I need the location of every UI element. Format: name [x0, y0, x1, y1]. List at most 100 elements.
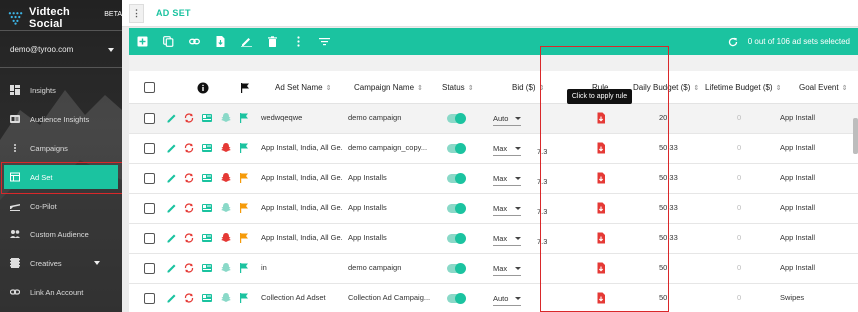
row-checkbox[interactable] — [144, 263, 155, 274]
export-button[interactable] — [207, 28, 233, 55]
table-row[interactable]: App Install, India, All Ge... App Install… — [129, 224, 858, 254]
edit-button[interactable] — [233, 28, 259, 55]
snapchat-icon — [220, 292, 232, 304]
sync-icon[interactable] — [183, 112, 195, 124]
sync-icon[interactable] — [183, 142, 195, 154]
list-icon — [14, 144, 16, 152]
ad-set-name[interactable]: App Install, India, All Ge... — [261, 173, 343, 182]
row-checkbox[interactable] — [144, 233, 155, 244]
ad-card-icon[interactable] — [201, 292, 213, 304]
row-checkbox[interactable] — [144, 173, 155, 184]
flag-icon — [238, 112, 250, 124]
sidebar-item-insights[interactable]: Insights — [4, 78, 118, 102]
sync-icon[interactable] — [183, 232, 195, 244]
col-campaign-name[interactable]: Campaign Name ⇕ — [354, 83, 423, 92]
row-checkbox[interactable] — [144, 113, 155, 124]
chevron-down-icon — [515, 207, 521, 210]
ad-set-name[interactable]: Collection Ad Adset — [261, 293, 343, 302]
bid-type-select[interactable]: Max — [493, 142, 521, 156]
bid-type-select[interactable]: Max — [493, 262, 521, 276]
bid-type-select[interactable]: Max — [493, 202, 521, 216]
header-label: Bid ($) — [512, 83, 536, 92]
sync-icon[interactable] — [183, 172, 195, 184]
bid-type-select[interactable]: Auto — [493, 292, 521, 306]
status-toggle[interactable] — [447, 203, 466, 214]
col-status[interactable]: Status ⇕ — [442, 83, 474, 92]
user-email: demo@tyroo.com — [10, 45, 74, 54]
add-button[interactable] — [129, 28, 155, 55]
sidebar-item-campaigns[interactable]: Campaigns — [4, 136, 118, 160]
bid-type-select[interactable]: Max — [493, 172, 521, 186]
copy-icon — [162, 36, 173, 47]
bid-type-value: Max — [493, 174, 508, 183]
ad-card-icon[interactable] — [201, 142, 213, 154]
campaign-name[interactable]: demo campaign_copy... — [348, 143, 432, 152]
ghost-icon — [220, 232, 232, 244]
row-checkbox[interactable] — [144, 203, 155, 214]
row-checkbox[interactable] — [144, 293, 155, 304]
ad-set-name[interactable]: App Install, India, All Ge... — [261, 203, 343, 212]
delete-button[interactable] — [259, 28, 285, 55]
sync-icon[interactable] — [183, 292, 195, 304]
filter-button[interactable] — [311, 28, 337, 55]
table-row[interactable]: App Install, India, All Ge... demo campai… — [129, 134, 858, 164]
col-goal-event[interactable]: Goal Event ⇕ — [799, 83, 847, 92]
ad-card-icon[interactable] — [201, 262, 213, 274]
campaign-name[interactable]: App Installs — [348, 203, 432, 212]
ad-card-icon[interactable] — [201, 172, 213, 184]
edit-icon[interactable] — [166, 172, 178, 184]
ad-card-icon[interactable] — [201, 232, 213, 244]
select-all-checkbox[interactable] — [144, 82, 155, 93]
brand[interactable]: Vidtech Social BETA — [8, 6, 122, 30]
duplicate-button[interactable] — [155, 28, 181, 55]
sidebar-item-audience-insights[interactable]: Audience Insights — [4, 107, 118, 131]
edit-icon[interactable] — [166, 232, 178, 244]
status-toggle[interactable] — [447, 113, 466, 124]
ad-set-name[interactable]: App Install, India, All Ge... — [261, 143, 343, 152]
lifetime-budget: 0 — [737, 293, 742, 302]
more-menu-button[interactable]: ⋮ — [129, 3, 144, 23]
ad-card-icon[interactable] — [201, 112, 213, 124]
row-checkbox[interactable] — [144, 143, 155, 154]
scrollbar[interactable] — [853, 118, 858, 154]
campaign-name[interactable]: demo campaign — [348, 263, 432, 272]
table-row[interactable]: wedwqeqwe demo campaign Auto 20 0 App Install — [129, 104, 858, 134]
more-actions-button[interactable] — [285, 28, 311, 55]
sidebar-item-creatives[interactable]: Creatives — [4, 251, 118, 275]
ad-set-name[interactable]: in — [261, 263, 343, 272]
sidebar-item-co-pilot[interactable]: Co-Pilot — [4, 194, 118, 218]
ad-set-name[interactable]: wedwqeqwe — [261, 113, 343, 122]
sync-icon[interactable] — [183, 262, 195, 274]
edit-icon[interactable] — [166, 262, 178, 274]
bid-type-select[interactable]: Auto — [493, 112, 521, 126]
status-toggle[interactable] — [447, 263, 466, 274]
status-toggle[interactable] — [447, 173, 466, 184]
link-button[interactable] — [181, 28, 207, 55]
bid-type-select[interactable]: Max — [493, 232, 521, 246]
table-row[interactable]: App Install, India, All Ge... App Install… — [129, 164, 858, 194]
refresh-icon[interactable] — [728, 37, 738, 47]
table-row[interactable]: Collection Ad Adset Collection Ad Campaig… — [129, 284, 858, 312]
campaign-name[interactable]: Collection Ad Campaig... — [348, 293, 432, 302]
edit-icon[interactable] — [166, 142, 178, 154]
edit-icon[interactable] — [166, 202, 178, 214]
ad-set-name[interactable]: App Install, India, All Ge... — [261, 233, 343, 242]
ad-card-icon[interactable] — [201, 202, 213, 214]
sync-icon[interactable] — [183, 202, 195, 214]
table-row[interactable]: App Install, India, All Ge... App Install… — [129, 194, 858, 224]
status-toggle[interactable] — [447, 143, 466, 154]
edit-icon[interactable] — [166, 292, 178, 304]
status-toggle[interactable] — [447, 293, 466, 304]
table-row[interactable]: in demo campaign Max 50 0 App Install — [129, 254, 858, 284]
user-menu[interactable]: demo@tyroo.com — [10, 45, 114, 54]
campaign-name[interactable]: demo campaign — [348, 113, 432, 122]
page-title: AD SET — [156, 8, 191, 18]
sidebar-item-custom-audience[interactable]: Custom Audience — [4, 222, 118, 246]
campaign-name[interactable]: App Installs — [348, 233, 432, 242]
edit-icon[interactable] — [166, 112, 178, 124]
sidebar-item-link-an-account[interactable]: Link An Account — [4, 280, 118, 304]
campaign-name[interactable]: App Installs — [348, 173, 432, 182]
col-lifetime-budget[interactable]: Lifetime Budget ($) ⇕ — [705, 83, 781, 92]
col-ad-set-name[interactable]: Ad Set Name ⇕ — [275, 83, 331, 92]
status-toggle[interactable] — [447, 233, 466, 244]
